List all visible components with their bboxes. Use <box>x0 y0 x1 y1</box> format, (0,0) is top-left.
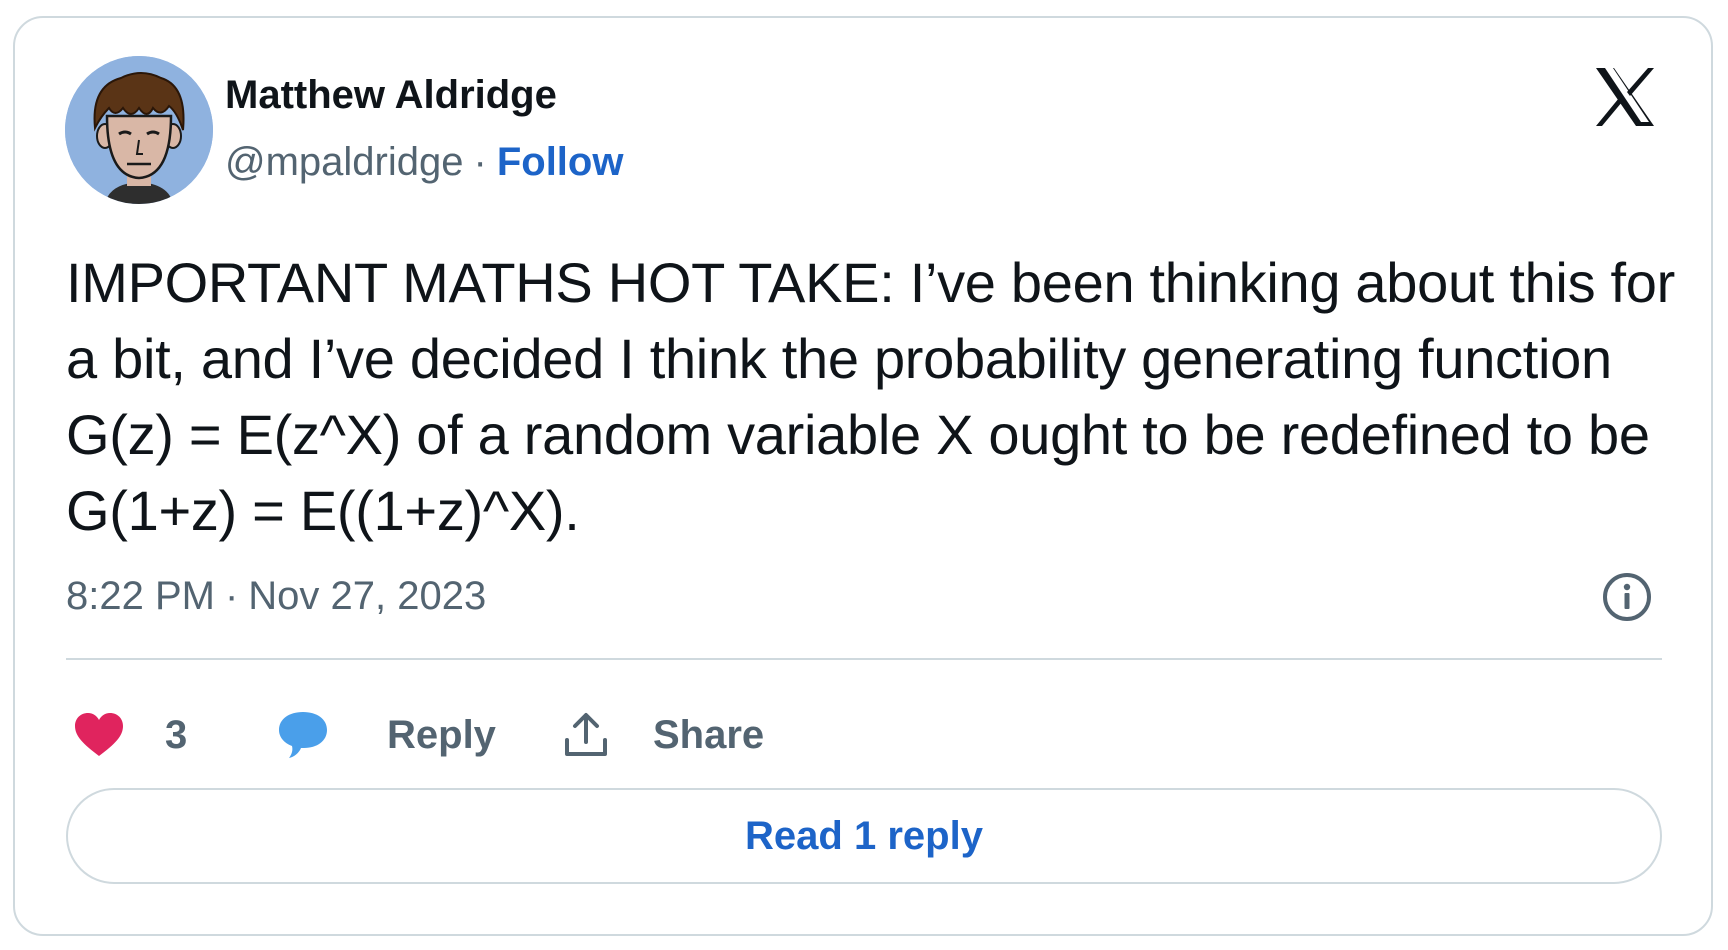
tweet-timestamp[interactable]: 8:22 PM · Nov 27, 2023 <box>66 574 486 619</box>
tweet-time[interactable]: 8:22 PM <box>66 574 215 618</box>
author-name[interactable]: Matthew Aldridge <box>225 73 557 118</box>
x-logo-icon[interactable] <box>1592 64 1658 130</box>
divider <box>66 658 1662 660</box>
avatar[interactable] <box>65 56 213 204</box>
like-button[interactable]: 3 <box>73 700 187 770</box>
author-handle-row: @mpaldridge · Follow <box>225 140 623 185</box>
like-count: 3 <box>165 712 188 757</box>
timestamp-separator: · <box>224 574 239 618</box>
read-replies-label: Read 1 reply <box>745 813 983 858</box>
handle-separator: · <box>473 140 487 184</box>
speech-bubble-icon[interactable] <box>277 710 329 760</box>
tweet-text: IMPORTANT MATHS HOT TAKE: I’ve been thin… <box>66 251 1675 542</box>
reply-label: Reply <box>387 712 496 757</box>
share-button[interactable]: Share <box>563 700 764 770</box>
share-label: Share <box>653 712 765 757</box>
heart-icon[interactable] <box>73 712 125 758</box>
tweet-card: Matthew Aldridge @mpaldridge · Follow IMPO… <box>13 16 1713 936</box>
read-replies-button[interactable]: Read 1 reply <box>66 788 1662 884</box>
avatar-illustration <box>65 56 213 204</box>
tweet-date[interactable]: Nov 27, 2023 <box>248 574 486 618</box>
reply-button[interactable]: Reply <box>277 700 496 770</box>
author-handle[interactable]: @mpaldridge <box>225 140 464 184</box>
follow-button[interactable]: Follow <box>497 140 624 184</box>
info-icon[interactable] <box>1600 570 1654 624</box>
upload-share-icon[interactable] <box>563 712 609 758</box>
